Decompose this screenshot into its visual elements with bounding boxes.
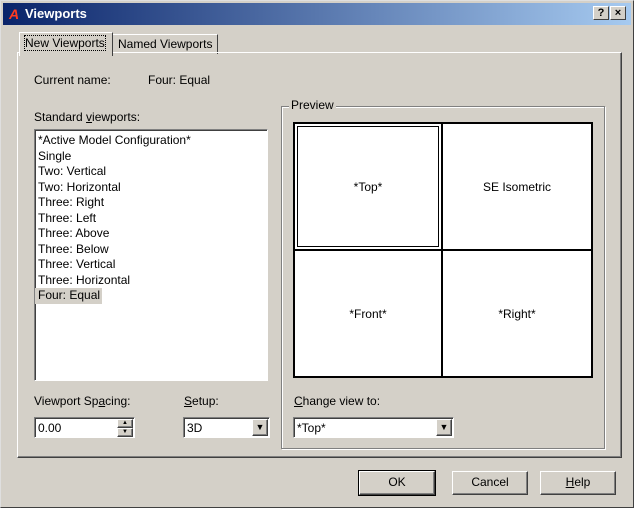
setup-label: Setup:: [184, 394, 219, 408]
spin-up-icon[interactable]: ▲: [117, 419, 133, 428]
tab-named-viewports[interactable]: Named Viewports: [112, 34, 218, 54]
viewport-label: SE Isometric: [482, 179, 551, 194]
tab-new-viewports[interactable]: New Viewports: [19, 32, 113, 56]
help-title-button[interactable]: ?: [593, 6, 609, 20]
list-item[interactable]: Three: Below: [35, 242, 267, 258]
tab-new-viewports-label: New Viewports: [24, 35, 106, 51]
chevron-down-icon[interactable]: ▼: [252, 419, 268, 436]
viewports-dialog: A Viewports ? × New Viewports Named View…: [0, 0, 634, 508]
viewport-label: *Front*: [349, 306, 387, 321]
autocad-app-icon: A: [8, 6, 20, 22]
preview-viewport-front[interactable]: *Front*: [295, 251, 441, 376]
setup-value: 3D: [187, 421, 203, 435]
list-item[interactable]: Three: Vertical: [35, 257, 267, 273]
list-item[interactable]: *Active Model Configuration*: [35, 133, 267, 149]
help-button[interactable]: Help: [540, 471, 616, 495]
list-item[interactable]: Three: Right: [35, 195, 267, 211]
title-bar[interactable]: A Viewports ? ×: [3, 3, 631, 25]
standard-viewports-list[interactable]: *Active Model Configuration* Single Two:…: [34, 129, 268, 381]
chevron-down-icon[interactable]: ▼: [436, 419, 452, 436]
viewport-label: *Top*: [353, 179, 383, 194]
list-item[interactable]: Two: Vertical: [35, 164, 267, 180]
cancel-button[interactable]: Cancel: [452, 471, 528, 495]
change-view-to-label: Change view to:: [294, 394, 381, 408]
list-item[interactable]: Three: Left: [35, 211, 267, 227]
list-item[interactable]: Two: Horizontal: [35, 180, 267, 196]
list-item[interactable]: Three: Horizontal: [35, 273, 267, 289]
preview-viewport-top[interactable]: *Top*: [295, 124, 441, 249]
preview-viewport-right[interactable]: *Right*: [443, 251, 591, 376]
list-item[interactable]: Three: Above: [35, 226, 267, 242]
setup-select[interactable]: 3D ▼: [183, 417, 270, 438]
change-view-to-select[interactable]: *Top* ▼: [293, 417, 454, 438]
list-item-selected[interactable]: Four: Equal: [35, 288, 103, 304]
change-view-to-value: *Top*: [297, 421, 326, 435]
preview-caption: Preview: [289, 98, 336, 112]
preview-viewport-se-isometric[interactable]: SE Isometric: [443, 124, 591, 249]
preview-area: *Top* SE Isometric *Front* *Right*: [293, 122, 593, 378]
current-name-label: Current name:: [34, 73, 111, 87]
viewport-label: *Right*: [498, 306, 536, 321]
close-icon[interactable]: ×: [610, 6, 626, 20]
viewport-spacing-spinner: ▲ ▼: [34, 417, 135, 438]
current-name-value: Four: Equal: [148, 73, 211, 87]
viewport-spacing-label: Viewport Spacing:: [34, 394, 131, 408]
viewport-spacing-input[interactable]: [37, 420, 117, 435]
spin-down-icon[interactable]: ▼: [117, 428, 133, 437]
standard-viewports-label: Standard viewports:: [34, 110, 141, 124]
window-title: Viewports: [25, 6, 87, 21]
ok-button[interactable]: OK: [358, 470, 436, 496]
list-item[interactable]: Single: [35, 149, 267, 165]
tab-named-viewports-label: Named Viewports: [118, 37, 213, 51]
